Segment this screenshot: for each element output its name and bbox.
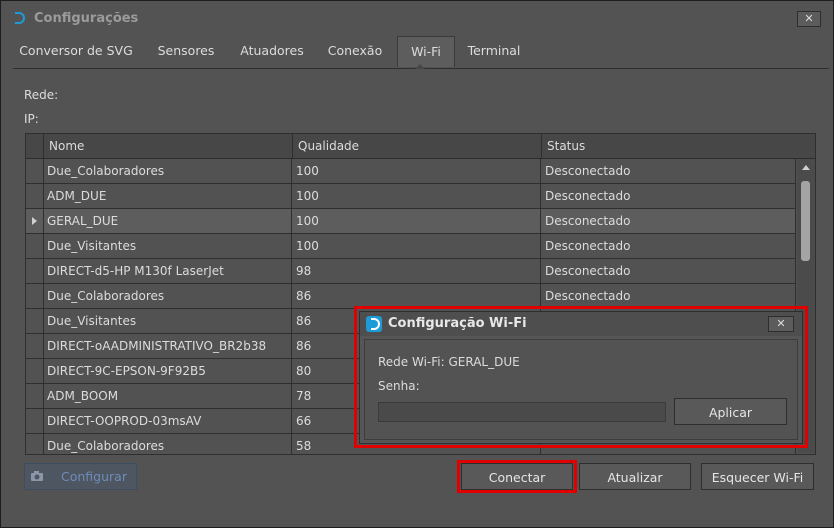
table-row[interactable]: ADM_DUE 100 Desconectado [26,184,796,209]
tab-conversor-svg[interactable]: Conversor de SVG [15,36,137,66]
row-header[interactable] [26,234,44,258]
table-row[interactable]: Due_Colaboradores 100 Desconectado [26,159,796,184]
table-header: Nome Qualidade Status [26,134,815,159]
column-header-nome[interactable]: Nome [43,134,292,158]
cell-status[interactable]: Desconectado [541,209,796,233]
close-button[interactable]: ✕ [797,11,821,27]
app-logo-icon [15,12,25,24]
password-input[interactable] [378,402,666,422]
row-header[interactable] [26,209,44,233]
row-header[interactable] [26,409,44,433]
app-logo-icon [366,316,382,332]
configure-button-label: Configurar [61,469,127,484]
cell-name[interactable]: ADM_DUE [43,184,292,208]
column-header-status[interactable]: Status [541,134,796,158]
cell-name[interactable]: DIRECT-OOPROD-03msAV [43,409,292,433]
cell-name[interactable]: Due_Colaboradores [43,434,292,454]
cell-name[interactable]: Due_Visitantes [43,309,292,333]
cell-name[interactable]: GERAL_DUE [43,209,292,233]
cell-name[interactable]: Due_Colaboradores [43,159,292,183]
cell-status[interactable]: Desconectado [541,259,796,283]
cell-name[interactable]: DIRECT-d5-HP M130f LaserJet [43,259,292,283]
cell-name[interactable]: DIRECT-9C-EPSON-9F92B5 [43,359,292,383]
table-row[interactable]: Due_Visitantes 100 Desconectado [26,234,796,259]
cell-name[interactable]: Due_Colaboradores [43,284,292,308]
cell-quality[interactable]: 86 [292,284,541,308]
dialog-title: Configuração Wi-Fi [388,316,527,331]
dialog-title-bar: Configuração Wi-Fi ✕ [360,312,802,336]
cell-quality[interactable]: 100 [292,209,541,233]
forget-wifi-button[interactable]: Esquecer Wi-Fi [701,463,814,490]
connect-button[interactable]: Conectar [461,463,573,490]
row-header[interactable] [26,434,44,454]
row-header[interactable] [26,359,44,383]
row-header[interactable] [26,309,44,333]
table-row[interactable]: DIRECT-d5-HP M130f LaserJet 98 Desconectad… [26,259,796,284]
row-header[interactable] [26,384,44,408]
row-header[interactable] [26,284,44,308]
camera-icon [31,471,43,481]
title-bar: Configurações ✕ [1,1,833,35]
row-header[interactable] [26,334,44,358]
configure-button[interactable]: Configurar [24,463,137,490]
apply-button[interactable]: Aplicar [674,398,787,425]
dialog-network-label: Rede Wi-Fi: GERAL_DUE [378,355,520,369]
cell-quality[interactable]: 100 [292,184,541,208]
ip-label: IP: [24,112,39,126]
cell-quality[interactable]: 100 [292,159,541,183]
dialog-close-button[interactable]: ✕ [768,316,794,332]
wifi-config-dialog: Configuração Wi-Fi ✕ Rede Wi-Fi: GERAL_D… [359,311,803,444]
refresh-button[interactable]: Atualizar [579,463,691,490]
tab-atuadores[interactable]: Atuadores [235,36,309,66]
column-header-qualidade[interactable]: Qualidade [292,134,541,158]
row-header[interactable] [26,259,44,283]
tab-conexao[interactable]: Conexão [323,36,387,66]
scroll-up-arrow-icon[interactable] [802,165,810,170]
cell-quality[interactable]: 98 [292,259,541,283]
table-row[interactable]: GERAL_DUE 100 Desconectado [26,209,796,234]
scrollbar-thumb[interactable] [801,181,810,261]
tab-sensores[interactable]: Sensores [150,36,222,66]
window-title: Configurações [34,11,139,26]
cell-status[interactable]: Desconectado [541,234,796,258]
table-row[interactable]: Due_Colaboradores 86 Desconectado [26,284,796,309]
row-header[interactable] [26,159,44,183]
settings-window: Configurações ✕ Conversor de SVG Sensore… [0,0,834,528]
cell-name[interactable]: ADM_BOOM [43,384,292,408]
tab-wifi[interactable]: Wi-Fi [397,36,455,67]
dialog-password-label: Senha: [378,379,420,393]
current-row-arrow-icon [32,217,37,225]
active-tab-indicator [415,64,425,69]
cell-quality[interactable]: 100 [292,234,541,258]
cell-status[interactable]: Desconectado [541,184,796,208]
cell-name[interactable]: Due_Visitantes [43,234,292,258]
dialog-body: Rede Wi-Fi: GERAL_DUE Senha: Aplicar [364,339,798,440]
cell-name[interactable]: DIRECT-oAADMINISTRATIVO_BR2b38 [43,334,292,358]
row-header[interactable] [26,184,44,208]
cell-status[interactable]: Desconectado [541,284,796,308]
network-label: Rede: [24,88,59,102]
tab-terminal[interactable]: Terminal [461,36,527,66]
cell-status[interactable]: Desconectado [541,159,796,183]
